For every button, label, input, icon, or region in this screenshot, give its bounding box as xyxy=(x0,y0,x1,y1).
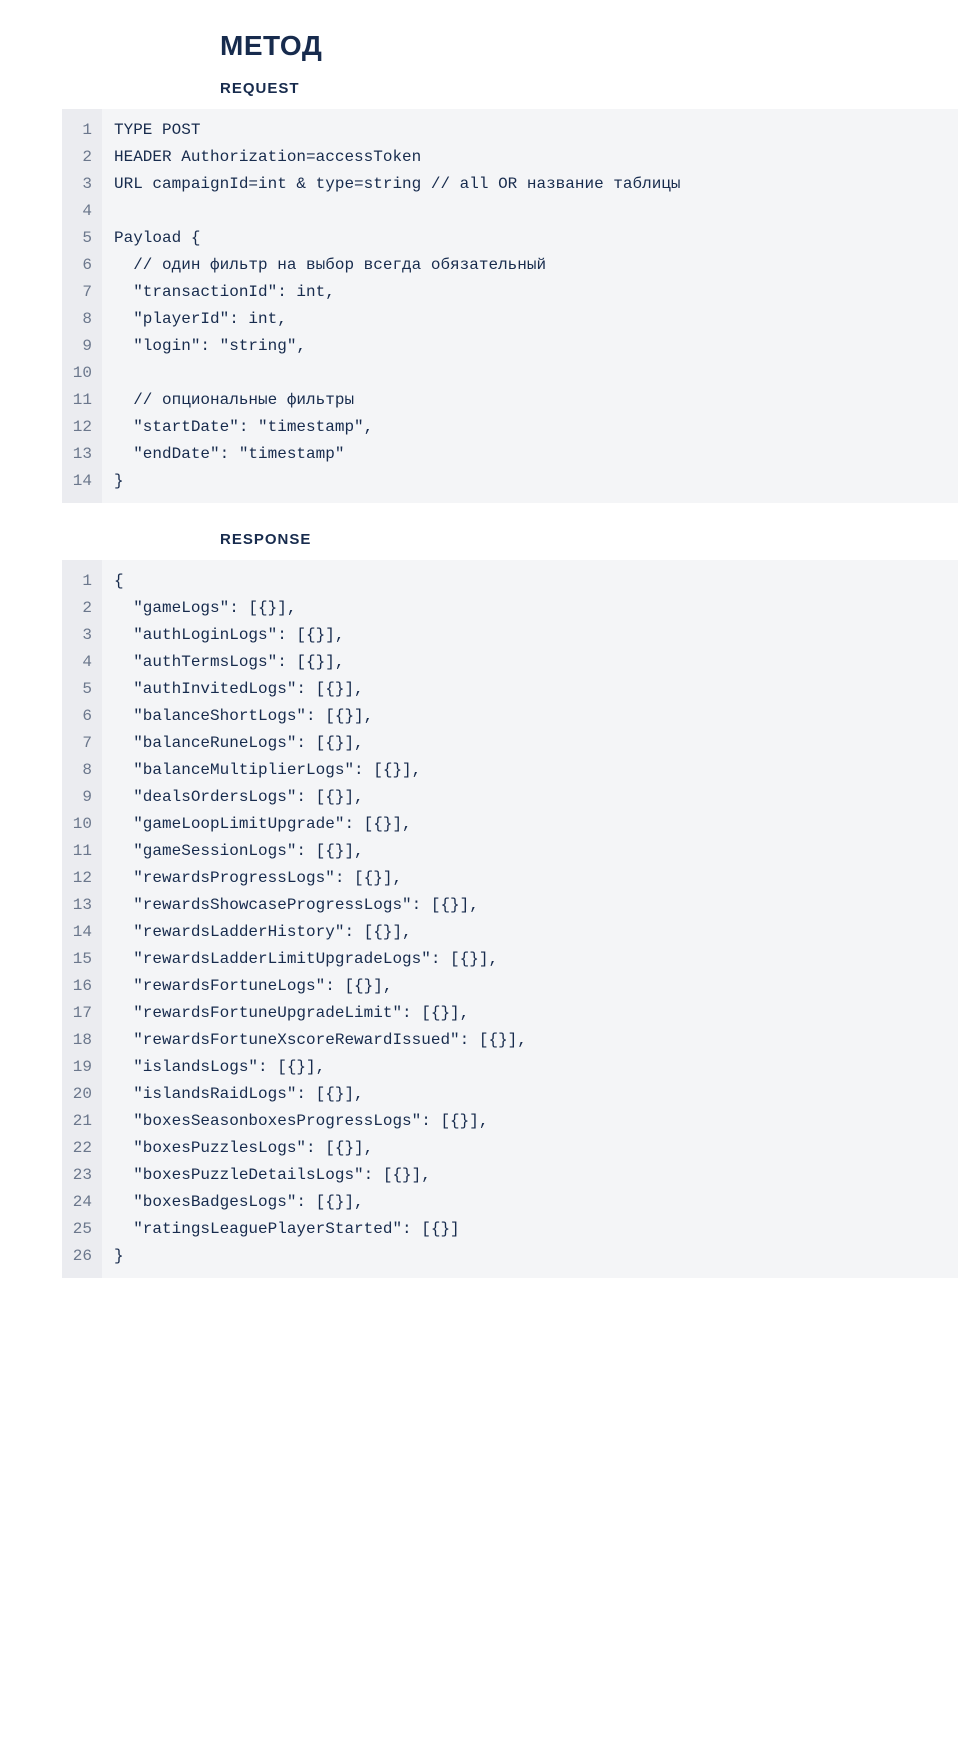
line-number: 2 xyxy=(70,144,96,171)
line-number: 26 xyxy=(70,1243,96,1270)
line-number: 7 xyxy=(70,279,96,306)
request-heading: REQUEST xyxy=(220,80,958,97)
line-number: 1 xyxy=(70,117,96,144)
response-code-line: "rewardsProgressLogs": [{}], xyxy=(114,865,958,892)
line-number: 9 xyxy=(70,784,96,811)
response-code-line: "gameSessionLogs": [{}], xyxy=(114,838,958,865)
request-code: TYPE POSTHEADER Authorization=accessToke… xyxy=(102,109,958,503)
response-code-panel: 1234567891011121314151617181920212223242… xyxy=(62,560,958,1278)
response-code-line: "balanceRuneLogs": [{}], xyxy=(114,730,958,757)
line-number: 13 xyxy=(70,441,96,468)
request-gutter: 1234567891011121314 xyxy=(62,109,102,503)
response-code-line: "dealsOrdersLogs": [{}], xyxy=(114,784,958,811)
response-code-line: "rewardsFortuneLogs": [{}], xyxy=(114,973,958,1000)
request-code-panel: 1234567891011121314 TYPE POSTHEADER Auth… xyxy=(62,109,958,503)
response-code-line: "islandsLogs": [{}], xyxy=(114,1054,958,1081)
response-code-line: "rewardsLadderLimitUpgradeLogs": [{}], xyxy=(114,946,958,973)
request-code-line: "transactionId": int, xyxy=(114,279,958,306)
line-number: 11 xyxy=(70,838,96,865)
request-code-line: "startDate": "timestamp", xyxy=(114,414,958,441)
line-number: 19 xyxy=(70,1054,96,1081)
line-number: 8 xyxy=(70,757,96,784)
line-number: 16 xyxy=(70,973,96,1000)
response-code-line: "balanceShortLogs": [{}], xyxy=(114,703,958,730)
request-code-line: "endDate": "timestamp" xyxy=(114,441,958,468)
response-code: { "gameLogs": [{}], "authLoginLogs": [{}… xyxy=(102,560,958,1278)
response-code-line: "authLoginLogs": [{}], xyxy=(114,622,958,649)
line-number: 8 xyxy=(70,306,96,333)
line-number: 13 xyxy=(70,892,96,919)
response-code-line: "ratingsLeaguePlayerStarted": [{}] xyxy=(114,1216,958,1243)
request-code-line: // опциональные фильтры xyxy=(114,387,958,414)
line-number: 10 xyxy=(70,360,96,387)
request-code-line: // один фильтр на выбор всегда обязатель… xyxy=(114,252,958,279)
request-code-line: HEADER Authorization=accessToken xyxy=(114,144,958,171)
line-number: 6 xyxy=(70,252,96,279)
line-number: 7 xyxy=(70,730,96,757)
response-code-line: "boxesSeasonboxesProgressLogs": [{}], xyxy=(114,1108,958,1135)
request-code-line: URL campaignId=int & type=string // all … xyxy=(114,171,958,198)
response-heading: RESPONSE xyxy=(220,531,958,548)
response-code-line: "rewardsFortuneUpgradeLimit": [{}], xyxy=(114,1000,958,1027)
line-number: 2 xyxy=(70,595,96,622)
line-number: 24 xyxy=(70,1189,96,1216)
response-code-line: "balanceMultiplierLogs": [{}], xyxy=(114,757,958,784)
line-number: 21 xyxy=(70,1108,96,1135)
request-code-line: "playerId": int, xyxy=(114,306,958,333)
response-code-line: { xyxy=(114,568,958,595)
line-number: 20 xyxy=(70,1081,96,1108)
line-number: 5 xyxy=(70,225,96,252)
line-number: 25 xyxy=(70,1216,96,1243)
response-code-line: "gameLoopLimitUpgrade": [{}], xyxy=(114,811,958,838)
response-code-line: "rewardsLadderHistory": [{}], xyxy=(114,919,958,946)
line-number: 1 xyxy=(70,568,96,595)
response-code-line: "boxesPuzzlesLogs": [{}], xyxy=(114,1135,958,1162)
response-code-line: "authInvitedLogs": [{}], xyxy=(114,676,958,703)
line-number: 10 xyxy=(70,811,96,838)
line-number: 4 xyxy=(70,649,96,676)
line-number: 12 xyxy=(70,865,96,892)
response-code-line: "authTermsLogs": [{}], xyxy=(114,649,958,676)
request-code-line xyxy=(114,360,958,387)
line-number: 14 xyxy=(70,468,96,495)
response-code-line: "boxesBadgesLogs": [{}], xyxy=(114,1189,958,1216)
line-number: 17 xyxy=(70,1000,96,1027)
response-code-line: } xyxy=(114,1243,958,1270)
document-page: МЕТОД REQUEST 1234567891011121314 TYPE P… xyxy=(0,0,958,1318)
line-number: 5 xyxy=(70,676,96,703)
line-number: 6 xyxy=(70,703,96,730)
request-code-line: Payload { xyxy=(114,225,958,252)
line-number: 23 xyxy=(70,1162,96,1189)
line-number: 3 xyxy=(70,622,96,649)
line-number: 9 xyxy=(70,333,96,360)
line-number: 22 xyxy=(70,1135,96,1162)
response-gutter: 1234567891011121314151617181920212223242… xyxy=(62,560,102,1278)
line-number: 4 xyxy=(70,198,96,225)
page-title: МЕТОД xyxy=(220,30,958,62)
line-number: 12 xyxy=(70,414,96,441)
line-number: 14 xyxy=(70,919,96,946)
line-number: 18 xyxy=(70,1027,96,1054)
request-code-line: "login": "string", xyxy=(114,333,958,360)
response-code-line: "islandsRaidLogs": [{}], xyxy=(114,1081,958,1108)
line-number: 15 xyxy=(70,946,96,973)
request-code-line xyxy=(114,198,958,225)
response-code-line: "gameLogs": [{}], xyxy=(114,595,958,622)
response-code-line: "rewardsShowcaseProgressLogs": [{}], xyxy=(114,892,958,919)
request-code-line: TYPE POST xyxy=(114,117,958,144)
line-number: 3 xyxy=(70,171,96,198)
response-code-line: "rewardsFortuneXscoreRewardIssued": [{}]… xyxy=(114,1027,958,1054)
response-code-line: "boxesPuzzleDetailsLogs": [{}], xyxy=(114,1162,958,1189)
request-code-line: } xyxy=(114,468,958,495)
line-number: 11 xyxy=(70,387,96,414)
